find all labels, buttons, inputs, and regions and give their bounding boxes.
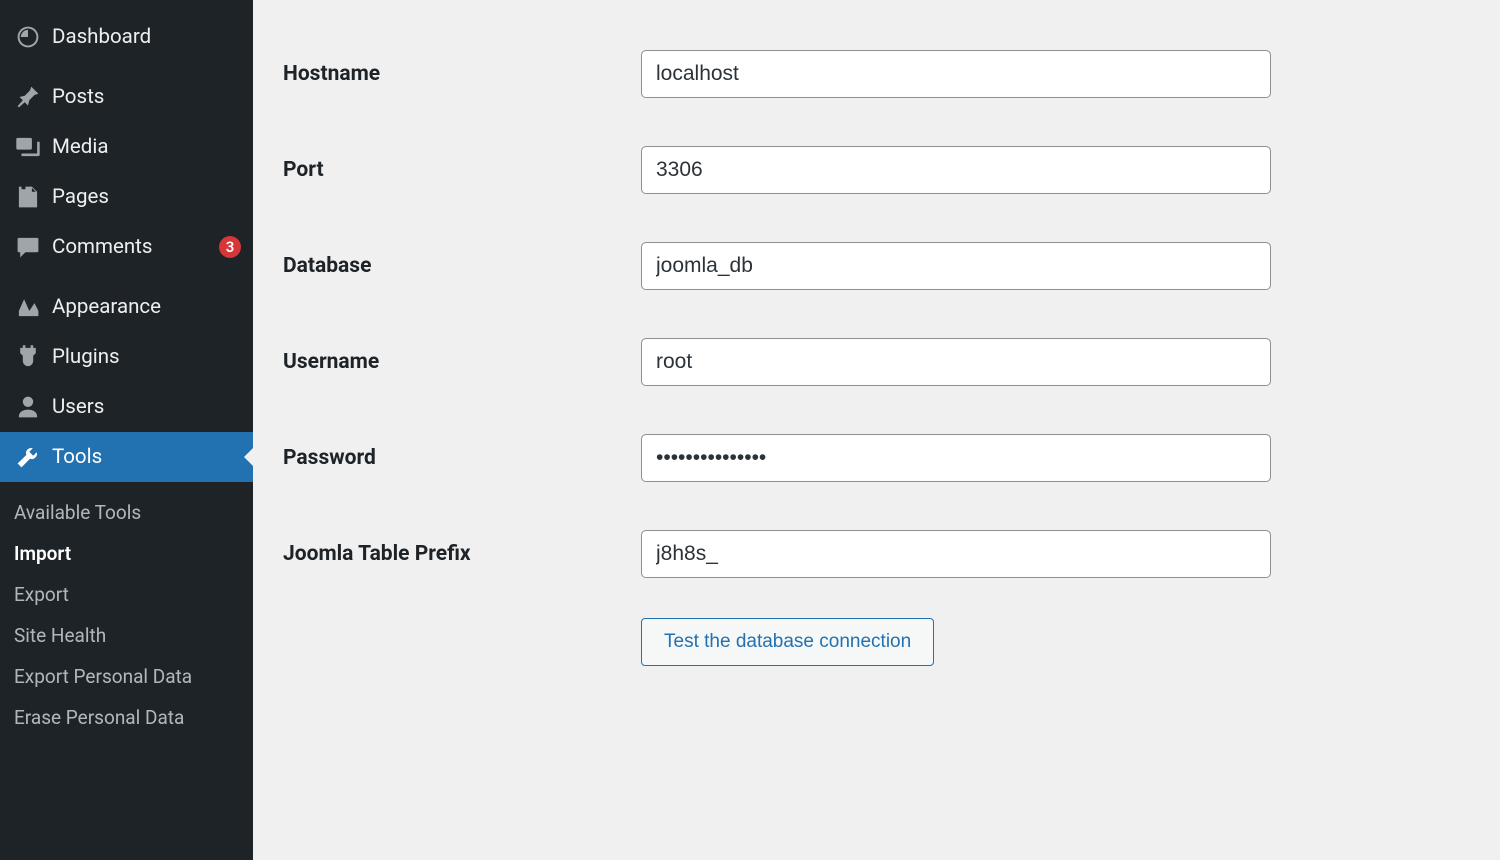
port-label: Port [283,146,641,242]
submenu-erase-personal-data[interactable]: Erase Personal Data [0,697,253,738]
sidebar-item-tools[interactable]: Tools [0,432,253,482]
sidebar-item-users[interactable]: Users [0,382,253,432]
sidebar-item-pages[interactable]: Pages [0,172,253,222]
sidebar-item-label: Dashboard [52,25,241,49]
submenu-site-health[interactable]: Site Health [0,615,253,656]
comments-icon [14,233,42,261]
appearance-icon [14,293,42,321]
sidebar-item-label: Plugins [52,345,241,369]
sidebar-item-posts[interactable]: Posts [0,72,253,122]
database-input[interactable] [641,242,1271,290]
comments-count-badge: 3 [219,236,241,258]
db-settings-form: Hostname Port Database Username Password… [283,50,1271,714]
port-input[interactable] [641,146,1271,194]
submenu-import[interactable]: Import [0,533,253,574]
plugins-icon [14,343,42,371]
database-label: Database [283,242,641,338]
sidebar-item-media[interactable]: Media [0,122,253,172]
prefix-label: Joomla Table Prefix [283,530,641,578]
sidebar-item-comments[interactable]: Comments 3 [0,222,253,272]
submenu-export[interactable]: Export [0,574,253,615]
sidebar-item-label: Tools [52,445,241,469]
sidebar-item-label: Posts [52,85,241,109]
prefix-input[interactable] [641,530,1271,578]
admin-sidebar: Dashboard Posts Media Pages Comments 3 A… [0,0,253,860]
sidebar-item-appearance[interactable]: Appearance [0,282,253,332]
hostname-input[interactable] [641,50,1271,98]
sidebar-item-label: Appearance [52,295,241,319]
tools-icon [14,443,42,471]
sidebar-item-label: Media [52,135,241,159]
main-content: Hostname Port Database Username Password… [253,0,1500,860]
submenu-export-personal-data[interactable]: Export Personal Data [0,656,253,697]
hostname-label: Hostname [283,50,641,146]
password-label: Password [283,434,641,530]
username-label: Username [283,338,641,434]
sidebar-item-dashboard[interactable]: Dashboard [0,12,253,62]
dashboard-icon [14,23,42,51]
sidebar-item-label: Comments [52,235,213,259]
sidebar-item-plugins[interactable]: Plugins [0,332,253,382]
sidebar-item-label: Users [52,395,241,419]
sidebar-item-label: Pages [52,185,241,209]
pin-icon [14,83,42,111]
test-connection-button[interactable]: Test the database connection [641,618,934,666]
username-input[interactable] [641,338,1271,386]
users-icon [14,393,42,421]
password-input[interactable] [641,434,1271,482]
pages-icon [14,183,42,211]
submenu-available-tools[interactable]: Available Tools [0,492,253,533]
tools-submenu: Available Tools Import Export Site Healt… [0,482,253,750]
media-icon [14,133,42,161]
